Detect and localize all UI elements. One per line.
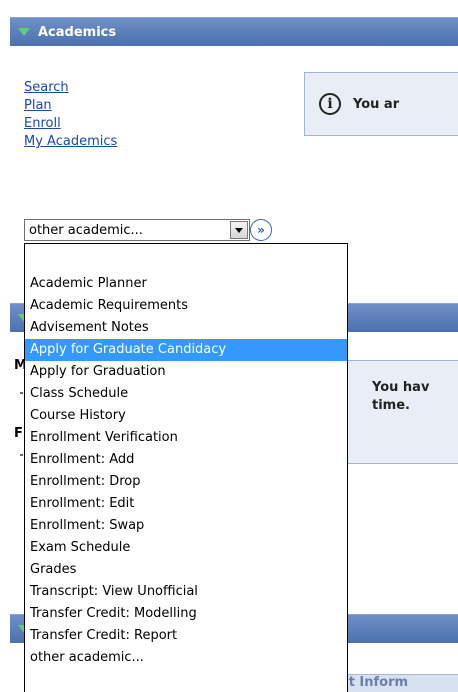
collapse-triangle-icon[interactable]	[18, 28, 30, 36]
option-grades[interactable]: Grades	[25, 559, 347, 581]
select-current-value: other academic...	[29, 222, 143, 238]
option-transcript-unofficial[interactable]: Transcript: View Unofficial	[25, 581, 347, 603]
academics-dropdown-list[interactable]: Academic Planner Academic Requirements A…	[24, 243, 348, 692]
info-message-text: You ar	[353, 96, 400, 112]
option-enrollment-add[interactable]: Enrollment: Add	[25, 449, 347, 471]
option-other-academic[interactable]: other academic...	[25, 647, 347, 669]
option-enrollment-edit[interactable]: Enrollment: Edit	[25, 493, 347, 515]
academics-header-title: Academics	[38, 24, 117, 40]
option-enrollment-swap[interactable]: Enrollment: Swap	[25, 515, 347, 537]
option-advisement-notes[interactable]: Advisement Notes	[25, 317, 347, 339]
double-chevron-right-icon: »	[257, 223, 265, 237]
background-letter-f: F	[14, 426, 23, 441]
option-apply-graduate-candidacy[interactable]: Apply for Graduate Candidacy	[25, 339, 347, 361]
option-course-history[interactable]: Course History	[25, 405, 347, 427]
option-enrollment-verification[interactable]: Enrollment Verification	[25, 427, 347, 449]
info-icon: i	[319, 93, 341, 115]
option-enrollment-drop[interactable]: Enrollment: Drop	[25, 471, 347, 493]
option-academic-requirements[interactable]: Academic Requirements	[25, 295, 347, 317]
status-message-line2: time.	[372, 398, 410, 413]
enroll-link[interactable]: Enroll	[24, 115, 117, 133]
academics-links: Search Plan Enroll My Academics	[24, 79, 117, 151]
option-academic-planner[interactable]: Academic Planner	[25, 273, 347, 295]
search-link[interactable]: Search	[24, 79, 117, 97]
option-transfer-credit-modelling[interactable]: Transfer Credit: Modelling	[25, 603, 347, 625]
option-transfer-credit-report[interactable]: Transfer Credit: Report	[25, 625, 347, 647]
info-message-box: i You ar	[304, 72, 458, 136]
my-academics-link[interactable]: My Academics	[24, 133, 117, 151]
option-apply-graduation[interactable]: Apply for Graduation	[25, 361, 347, 383]
status-message-line1: You hav	[372, 380, 430, 395]
plan-link[interactable]: Plan	[24, 97, 117, 115]
option-exam-schedule[interactable]: Exam Schedule	[25, 537, 347, 559]
academics-section-header[interactable]: Academics	[10, 17, 458, 46]
academics-select[interactable]: other academic...	[24, 219, 250, 241]
background-link-fragment	[20, 392, 23, 394]
option-class-schedule[interactable]: Class Schedule	[25, 383, 347, 405]
background-link-fragment	[20, 454, 23, 456]
go-button[interactable]: »	[250, 219, 272, 241]
dropdown-arrow-icon[interactable]	[230, 221, 248, 239]
